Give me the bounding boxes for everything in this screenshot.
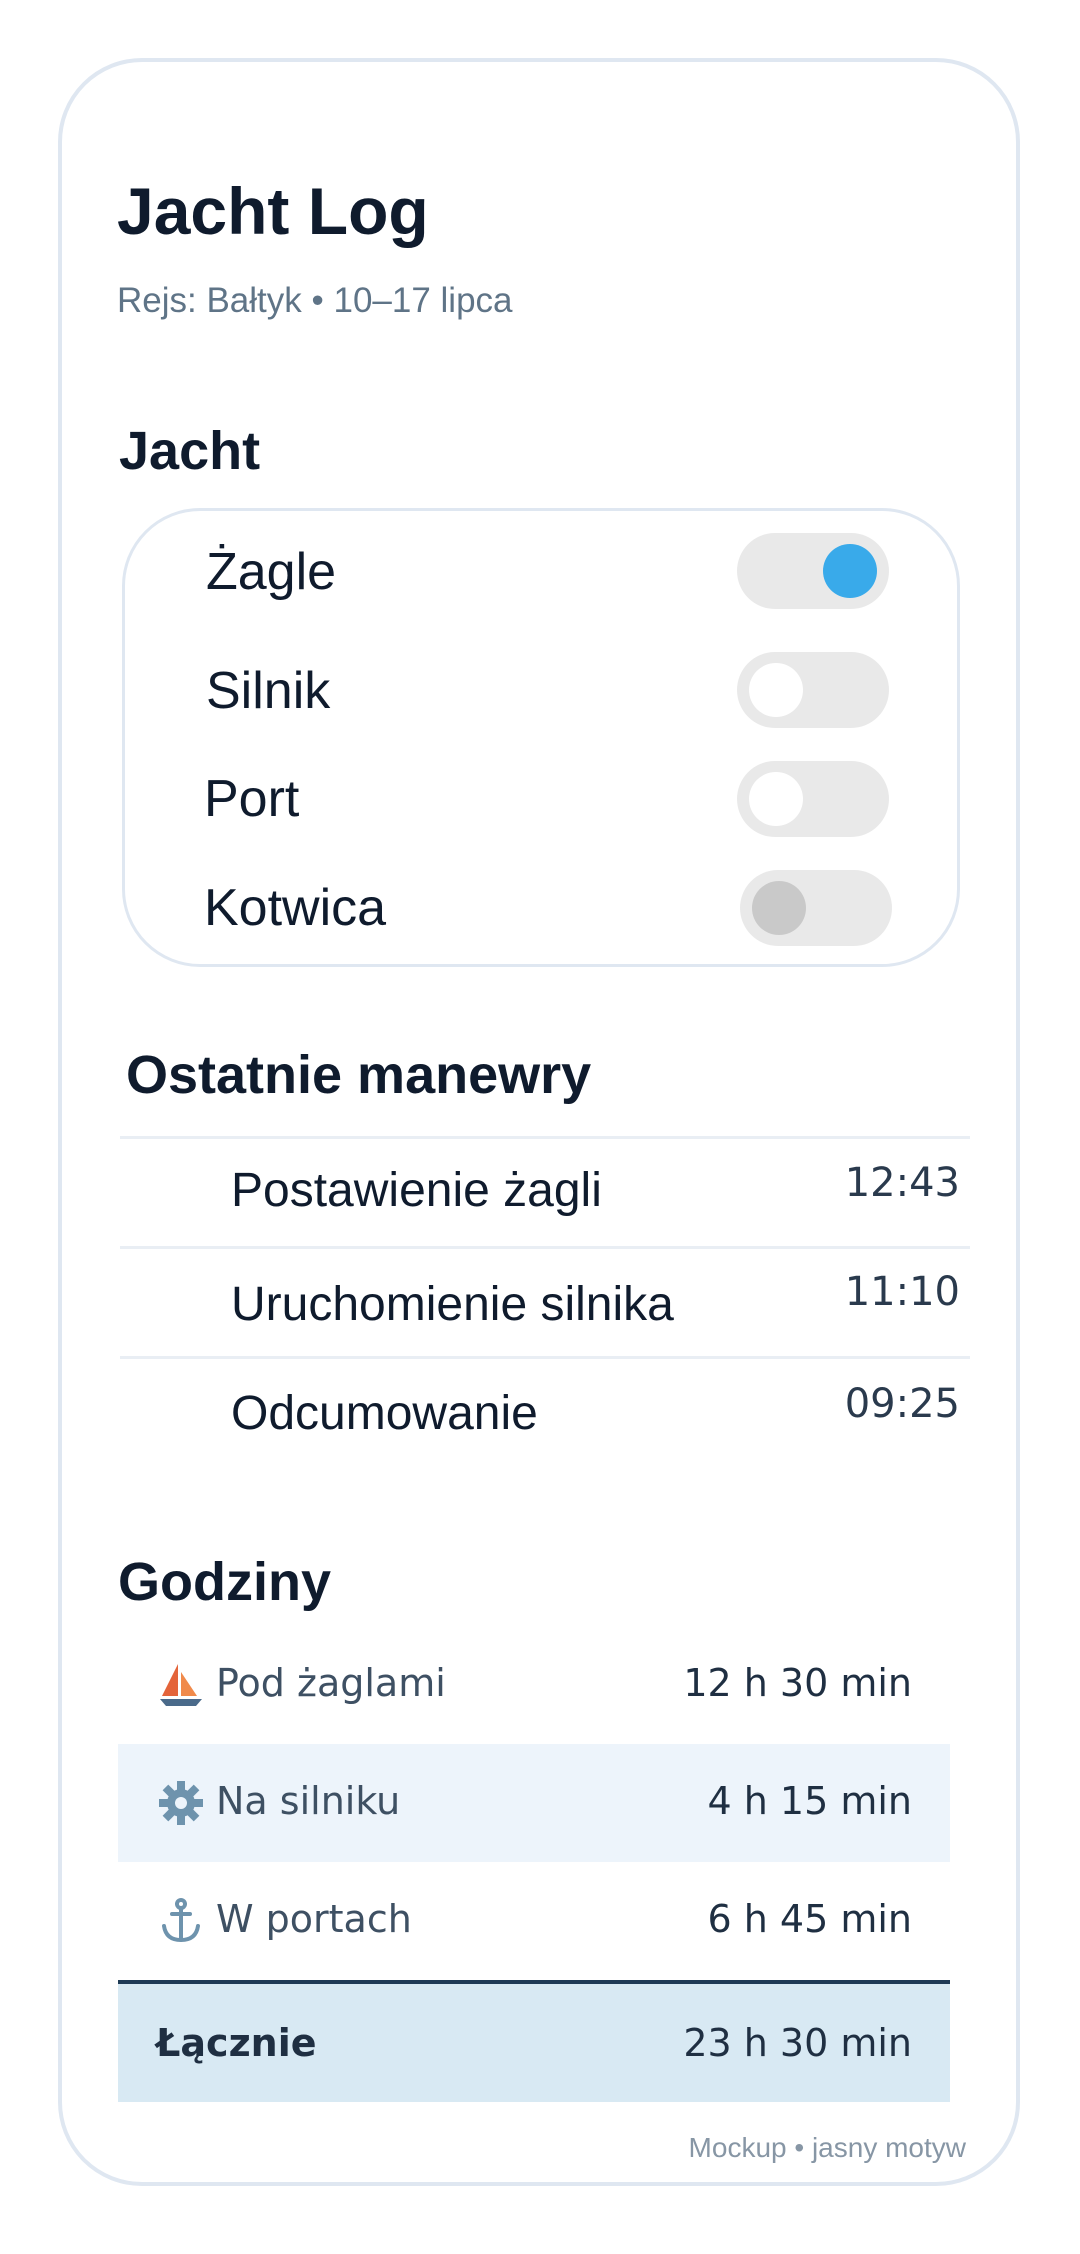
- total-value: 23 h 30 min: [683, 2021, 912, 2065]
- anchor-icon: [162, 1898, 200, 1943]
- total-label: Łącznie: [156, 2021, 317, 2065]
- divider: [120, 1136, 970, 1139]
- yacht-section-title: Jacht: [119, 421, 261, 481]
- engine-toggle[interactable]: [737, 652, 889, 728]
- gear-icon: [159, 1781, 203, 1825]
- trip-subtitle: Rejs: Bałtyk • 10–17 lipca: [117, 281, 513, 320]
- maneuver-label: Odcumowanie: [231, 1387, 538, 1440]
- hours-label: Na silniku: [216, 1779, 401, 1823]
- toggle-label-engine: Silnik: [206, 662, 331, 720]
- maneuver-time: 11:10: [844, 1269, 960, 1315]
- hours-row-sailing: Pod żaglami 12 h 30 min: [118, 1626, 950, 1744]
- toggle-knob: [752, 881, 806, 935]
- app-title: Jacht Log: [117, 174, 429, 248]
- maneuver-time: 09:25: [844, 1381, 960, 1427]
- toggle-knob: [823, 544, 877, 598]
- hours-label: Pod żaglami: [216, 1661, 446, 1705]
- hours-value: 12 h 30 min: [683, 1661, 912, 1705]
- toggle-label-port: Port: [204, 770, 300, 828]
- hours-section-title: Godziny: [118, 1552, 331, 1612]
- anchor-toggle: [740, 870, 892, 946]
- hours-value: 6 h 45 min: [707, 1897, 912, 1941]
- maneuver-label: Uruchomienie silnika: [231, 1278, 674, 1331]
- toggle-knob: [749, 772, 803, 826]
- maneuvers-section-title: Ostatnie manewry: [126, 1045, 592, 1105]
- toggle-label-anchor: Kotwica: [204, 879, 387, 937]
- divider: [120, 1246, 970, 1249]
- divider: [120, 1356, 970, 1359]
- footer-note: Mockup • jasny motyw: [688, 2132, 966, 2163]
- port-toggle[interactable]: [737, 761, 889, 837]
- hours-value: 4 h 15 min: [707, 1779, 912, 1823]
- hours-row-port: W portach 6 h 45 min: [118, 1862, 950, 1980]
- sails-toggle[interactable]: [737, 533, 889, 609]
- hours-row-engine: Na silniku 4 h 15 min: [118, 1744, 950, 1862]
- hours-label: W portach: [216, 1897, 412, 1941]
- toggle-label-sails: Żagle: [206, 543, 337, 601]
- sailboat-icon: [160, 1664, 202, 1706]
- maneuver-label: Postawienie żagli: [231, 1164, 602, 1217]
- toggle-knob: [749, 663, 803, 717]
- maneuver-time: 12:43: [844, 1160, 960, 1206]
- hours-row-total: Łącznie 23 h 30 min: [118, 1984, 950, 2102]
